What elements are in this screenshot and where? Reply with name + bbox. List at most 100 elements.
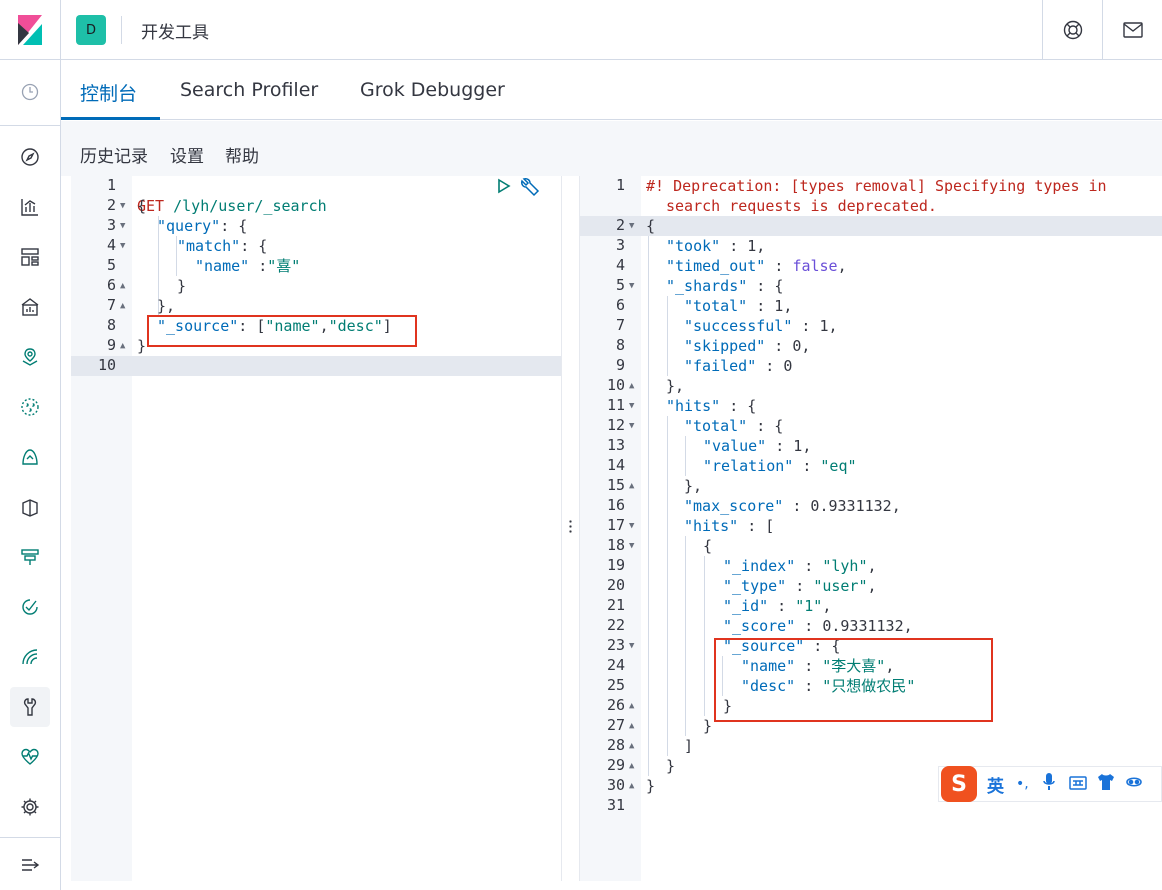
json-key: "match"	[177, 237, 241, 255]
json-key: "max_score"	[684, 497, 784, 515]
help-link[interactable]: 帮助	[225, 142, 259, 167]
nav-logs[interactable]	[10, 487, 50, 527]
infrastructure-icon	[22, 449, 38, 465]
code-token: }	[177, 277, 187, 295]
logs-icon	[22, 499, 38, 517]
settings-link[interactable]: 设置	[170, 142, 204, 167]
nav-management[interactable]	[10, 787, 50, 827]
tab-grok-debugger[interactable]: Grok Debugger	[360, 79, 505, 101]
toolbox-icon[interactable]	[1125, 774, 1143, 794]
tab-search-profiler[interactable]: Search Profiler	[180, 79, 318, 101]
json-key: "relation"	[703, 457, 794, 475]
heartbeat-icon	[21, 748, 39, 765]
compass-icon	[21, 148, 39, 166]
canvas-icon	[21, 298, 39, 316]
play-icon	[498, 178, 511, 194]
code-token: : 0,	[765, 337, 811, 355]
resize-handle[interactable]	[561, 176, 580, 881]
kibana-logo[interactable]	[0, 0, 61, 60]
code-token: {	[137, 197, 147, 215]
highlight-box	[147, 315, 417, 347]
code-token: }	[137, 337, 147, 355]
nav-visualize[interactable]	[10, 187, 50, 227]
nav-dev-tools[interactable]	[10, 687, 50, 727]
json-string: "user"	[813, 577, 868, 595]
json-key: "hits"	[684, 517, 739, 535]
ime-punct-toggle[interactable]: •,	[1016, 776, 1029, 792]
wrench-icon	[23, 698, 37, 716]
nav-apm[interactable]	[10, 537, 50, 577]
code-token: : 0	[756, 357, 793, 375]
active-tab-indicator	[61, 117, 160, 120]
tab-console[interactable]: 控制台	[80, 79, 137, 106]
code-token: },	[666, 377, 685, 395]
breadcrumb: 开发工具	[141, 23, 209, 43]
help-button[interactable]	[1042, 0, 1102, 60]
json-string: "eq"	[820, 457, 857, 475]
code-token: }	[646, 777, 656, 795]
history-link[interactable]: 历史记录	[80, 142, 148, 167]
code-token: : 0.9331132,	[783, 497, 901, 515]
ime-toolbar: S 英 •,	[938, 766, 1162, 802]
request-actions-button[interactable]	[520, 177, 540, 201]
ime-mode-toggle[interactable]: 英	[987, 772, 1004, 797]
json-key: "query"	[157, 217, 221, 235]
machine-learning-icon	[21, 398, 39, 416]
deprecation-warning: #! Deprecation: [types removal] Specifyi…	[646, 177, 1107, 195]
clock-icon	[21, 83, 39, 101]
code-token: :	[768, 597, 796, 615]
nav-dashboard[interactable]	[10, 237, 50, 277]
code-token: : 0.9331132,	[795, 617, 913, 635]
json-key: "total"	[684, 297, 748, 315]
code-token: }	[703, 717, 713, 735]
code-token: ]	[684, 737, 694, 755]
sogou-logo-icon[interactable]: S	[941, 766, 977, 802]
recently-viewed-button[interactable]	[10, 72, 50, 112]
code-token: : {	[240, 237, 268, 255]
newsfeed-button[interactable]	[1102, 0, 1162, 60]
line-number: 31	[606, 796, 625, 814]
code-token: },	[684, 477, 703, 495]
code-token: :	[786, 577, 814, 595]
console-menu: 历史记录 设置 帮助	[61, 121, 1162, 176]
collapse-nav-button[interactable]	[10, 845, 50, 885]
code-token: ,	[837, 257, 847, 275]
code-token: : {	[720, 397, 757, 415]
skin-icon[interactable]	[1097, 774, 1115, 794]
nav-ml[interactable]	[10, 387, 50, 427]
nav-discover[interactable]	[10, 137, 50, 177]
chart-icon	[21, 199, 38, 216]
json-key: "_type"	[723, 577, 787, 595]
uptime-icon	[22, 599, 38, 615]
code-token: :	[249, 257, 268, 275]
microphone-icon[interactable]	[1042, 773, 1055, 795]
request-editor[interactable]: 1 2 3 4 5 6 7 8 9 10 ▼ ▼ ▼ ▲ ▲ ▲ GET /ly…	[71, 176, 561, 881]
side-navigation	[0, 60, 61, 890]
nav-monitoring[interactable]	[10, 737, 50, 777]
menu-collapse-icon	[22, 859, 40, 871]
code-token: : 1,	[747, 297, 793, 315]
highlight-box	[714, 638, 993, 722]
json-key: "value"	[703, 437, 767, 455]
json-key: "name"	[195, 257, 250, 275]
nav-siem[interactable]	[10, 637, 50, 677]
nav-maps[interactable]	[10, 337, 50, 377]
drag-dots-icon	[569, 519, 572, 533]
nav-infrastructure[interactable]	[10, 437, 50, 477]
lifebuoy-icon	[1063, 20, 1082, 40]
send-request-button[interactable]	[496, 178, 512, 198]
code-token: :	[793, 457, 821, 475]
breadcrumb-separator	[121, 16, 122, 44]
space-avatar[interactable]: D	[76, 15, 106, 45]
apm-icon	[21, 549, 39, 565]
code-token: : 1,	[720, 237, 766, 255]
code-token: :	[795, 557, 823, 575]
json-key: "total"	[684, 417, 748, 435]
code-token: },	[157, 297, 176, 315]
keyboard-icon[interactable]	[1068, 775, 1087, 794]
nav-uptime[interactable]	[10, 587, 50, 627]
json-key: "_score"	[723, 617, 796, 635]
nav-canvas[interactable]	[10, 287, 50, 327]
code-token: ,	[867, 557, 877, 575]
wrench-icon	[521, 178, 540, 197]
